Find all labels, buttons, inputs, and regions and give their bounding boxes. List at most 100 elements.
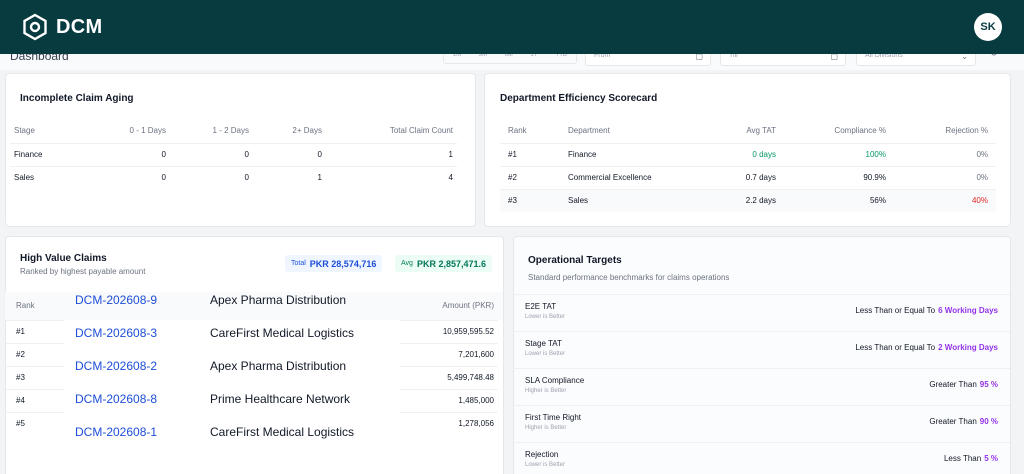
target-value: 6 Working Days <box>938 306 998 315</box>
count-cell: 0 <box>100 165 170 189</box>
col-2plus-days: 2+ Days <box>292 126 322 136</box>
distributor-name: Prime Healthcare Network <box>210 392 351 406</box>
avg-tat-cell: 0.7 days <box>710 165 784 189</box>
compliance-cell: 100% <box>784 142 894 166</box>
table-row: #2 Commercial Excellence 0.7 days 90.9% … <box>500 165 996 189</box>
amount-cell: 1,278,056 <box>458 419 494 428</box>
rejection-cell: 40% <box>894 188 996 212</box>
amount-cell: 7,201,600 <box>458 350 494 359</box>
amount-cell: 5,499,748.48 <box>447 373 494 382</box>
target-hint: Higher is Better <box>525 425 567 431</box>
targets-subtitle: Standard performance benchmarks for clai… <box>528 273 730 282</box>
distributor-name: CareFirst Medical Logistics <box>210 425 355 439</box>
total-label: Total <box>291 260 306 267</box>
rank-cell: #3 <box>16 373 25 382</box>
target-value: 90 % <box>979 417 998 426</box>
claim-id-link[interactable]: DCM-202608-8 <box>75 392 157 406</box>
amount-cell: 1,485,000 <box>458 396 494 405</box>
compliance-cell: 90.9% <box>784 165 894 189</box>
col-rank: Rank <box>16 301 35 310</box>
row-divider <box>400 389 498 390</box>
stage-cell: Sales <box>10 165 100 189</box>
col-compliance: Compliance % <box>834 126 886 136</box>
claim-id-link[interactable]: DCM-202608-2 <box>75 359 157 373</box>
rejection-cell: 0% <box>894 142 996 166</box>
claim-id-link[interactable]: DCM-202608-9 <box>75 293 157 307</box>
rank-cell: #2 <box>16 350 25 359</box>
target-value: 5 % <box>984 454 998 463</box>
count-cell: 0 <box>100 142 170 166</box>
compliance-cell: 56% <box>784 188 894 212</box>
table-row: Finance 0 0 0 1 <box>10 142 457 166</box>
target-hint: Lower is Better <box>525 351 566 357</box>
target-row-sla-compliance: SLA Compliance Higher is Better Greater … <box>513 368 1010 405</box>
distributor-name: Apex Pharma Distribution <box>210 293 347 307</box>
target-row-rejection: Rejection Lower is Better Less Than 5 % <box>513 442 1010 474</box>
total-cell: 1 <box>326 142 457 166</box>
row-divider <box>400 366 498 367</box>
row-divider <box>6 320 64 321</box>
col-stage: Stage <box>14 126 35 136</box>
rejection-cell: 0% <box>894 165 996 189</box>
target-name: Stage TAT <box>525 339 562 348</box>
row-divider <box>6 412 64 413</box>
claim-aging-table: Stage 0 - 1 Days 1 - 2 Days 2+ Days Tota… <box>10 119 457 189</box>
total-cell: 4 <box>326 165 457 189</box>
app-logo[interactable]: DCM <box>22 13 102 41</box>
target-condition: Less Than <box>943 454 982 463</box>
col-avg-tat: Avg TAT <box>746 126 776 136</box>
target-row-e2e-tat: E2E TAT Lower is Better Less Than or Equ… <box>513 294 1010 331</box>
claim-id-link[interactable]: DCM-202608-1 <box>75 425 157 439</box>
table-row: Sales 0 0 1 4 <box>10 165 457 189</box>
top-navigation-bar: DCM SK <box>0 0 1024 54</box>
col-total-claim-count: Total Claim Count <box>389 126 453 136</box>
efficiency-title: Department Efficiency Scorecard <box>500 93 658 104</box>
col-1-2-days: 1 - 2 Days <box>212 126 249 136</box>
targets-title: Operational Targets <box>528 255 622 266</box>
rank-cell: #4 <box>16 396 25 405</box>
distributor-name: CareFirst Medical Logistics <box>210 326 355 340</box>
department-cell: Sales <box>560 188 710 212</box>
target-row-first-time-right: First Time Right Higher is Better Greate… <box>513 405 1010 442</box>
col-amount: Amount (PKR) <box>442 301 494 310</box>
claim-id-link[interactable]: DCM-202608-3 <box>75 326 157 340</box>
count-cell: 1 <box>253 165 326 189</box>
target-condition: Less Than or Equal To <box>855 306 936 315</box>
row-divider <box>6 366 64 367</box>
rank-cell: #5 <box>16 419 25 428</box>
rank-cell: #1 <box>500 142 560 166</box>
average-amount-badge: Avg PKR 2,857,471.6 <box>395 255 492 272</box>
target-name: First Time Right <box>525 413 582 422</box>
distributor-name: Apex Pharma Distribution <box>210 359 347 373</box>
avg-label: Avg <box>401 260 413 267</box>
target-value: 95 % <box>979 380 998 389</box>
target-name: Rejection <box>525 450 559 459</box>
avg-value: PKR 2,857,471.6 <box>416 258 486 269</box>
target-hint: Lower is Better <box>525 462 566 468</box>
row-divider <box>6 389 64 390</box>
target-value: 2 Working Days <box>938 343 998 352</box>
table-row: #1 Finance 0 days 100% 0% <box>500 142 996 166</box>
total-value: PKR 28,574,716 <box>309 258 377 269</box>
target-condition: Greater Than <box>929 380 977 389</box>
count-cell: 0 <box>170 165 253 189</box>
stage-cell: Finance <box>10 142 100 166</box>
row-divider <box>400 412 498 413</box>
high-value-subtitle: Ranked by highest payable amount <box>20 267 146 276</box>
user-avatar[interactable]: SK <box>974 13 1002 41</box>
target-name: SLA Compliance <box>525 376 585 385</box>
app-name: DCM <box>56 15 103 38</box>
total-amount-badge: Total PKR 28,574,716 <box>285 255 383 272</box>
col-rank: Rank <box>508 126 527 136</box>
high-value-title: High Value Claims <box>20 253 107 264</box>
count-cell: 0 <box>170 142 253 166</box>
col-department: Department <box>568 126 610 136</box>
target-hint: Higher is Better <box>525 388 567 394</box>
claim-aging-title: Incomplete Claim Aging <box>20 93 134 104</box>
rank-cell: #3 <box>500 188 560 212</box>
amount-cell: 10,959,595.52 <box>442 327 494 336</box>
rank-cell: #1 <box>16 327 25 336</box>
col-0-1-days: 0 - 1 Days <box>129 126 166 136</box>
target-name: E2E TAT <box>525 302 557 311</box>
target-hint: Lower is Better <box>525 314 566 320</box>
